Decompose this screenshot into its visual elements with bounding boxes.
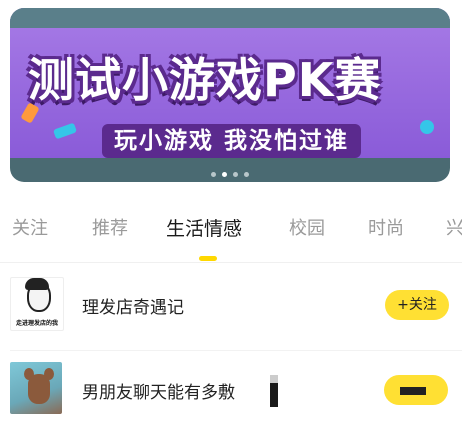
cartoon-cat-icon xyxy=(28,374,50,404)
category-tabs: 关注 推荐 生活情感 校园 时尚 兴 xyxy=(0,214,462,262)
carousel-dot[interactable] xyxy=(244,172,249,177)
banner-subtitle: 玩小游戏 我没怕过谁 xyxy=(102,124,362,158)
carousel-dot-active[interactable] xyxy=(222,172,227,177)
follow-button[interactable] xyxy=(384,375,448,405)
list-item[interactable]: 走进理发店的我 理发店奇遇记 +关注 xyxy=(0,270,462,350)
banner-title: 测试小游戏PK赛 xyxy=(28,53,382,107)
carousel-dot[interactable] xyxy=(211,172,216,177)
tab-follow[interactable]: 关注 xyxy=(12,214,48,240)
tab-campus[interactable]: 校园 xyxy=(289,214,325,240)
redaction-mark xyxy=(400,387,426,395)
carousel-indicator xyxy=(10,172,450,177)
follow-button[interactable]: +关注 xyxy=(385,290,449,320)
banner-artwork: 测试小游戏PK赛 玩小游戏 我没怕过谁 xyxy=(10,8,450,158)
banner-top-strip xyxy=(10,8,450,28)
row-divider xyxy=(10,350,462,351)
confetti-shape xyxy=(420,120,434,134)
tab-fashion[interactable]: 时尚 xyxy=(368,214,404,240)
promo-banner[interactable]: 测试小游戏PK赛 玩小游戏 我没怕过谁 xyxy=(10,8,450,182)
post-title[interactable]: 男朋友聊天能有多敷 xyxy=(82,378,235,403)
confetti-shape xyxy=(52,122,78,140)
tab-recommend[interactable]: 推荐 xyxy=(92,214,128,240)
tab-life-emotion[interactable]: 生活情感 xyxy=(166,214,242,241)
post-thumbnail: 走进理发店的我 xyxy=(10,277,64,331)
post-thumbnail xyxy=(10,362,62,414)
active-tab-indicator xyxy=(199,256,217,261)
avatar-hair-icon xyxy=(25,278,49,290)
thumbnail-caption: 走进理发店的我 xyxy=(15,320,58,327)
redaction-mark xyxy=(270,375,278,383)
redaction-mark xyxy=(270,383,278,407)
tab-interest[interactable]: 兴 xyxy=(446,214,462,240)
divider xyxy=(0,262,462,263)
list-item[interactable]: 男朋友聊天能有多敷 xyxy=(0,355,462,435)
carousel-dot[interactable] xyxy=(233,172,238,177)
post-title[interactable]: 理发店奇遇记 xyxy=(82,293,184,318)
